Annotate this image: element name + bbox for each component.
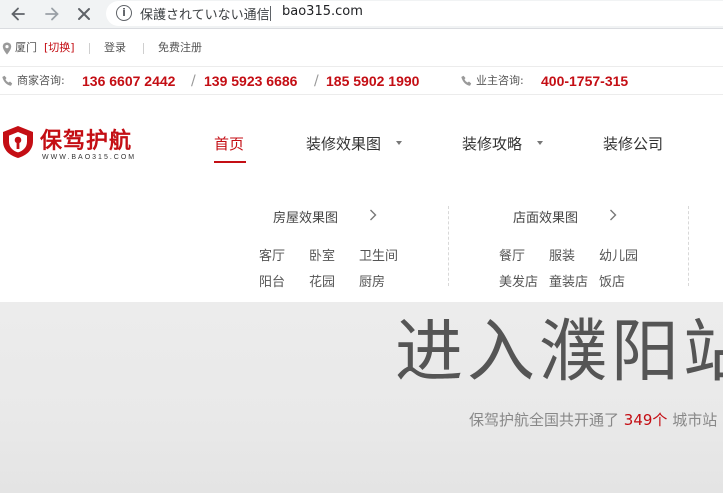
dropdown-divider — [688, 206, 689, 286]
dropdown-item[interactable]: 花园 — [309, 271, 335, 290]
close-icon[interactable] — [74, 4, 94, 24]
link-divider — [89, 43, 90, 54]
hero-title: 进入濮阳站 — [395, 313, 723, 392]
dropdown-group-title-home[interactable]: 房屋效果图 — [273, 207, 338, 226]
phone-icon — [2, 75, 13, 86]
dropdown-item[interactable]: 餐厅 — [499, 245, 525, 264]
forward-arrow-icon[interactable] — [42, 4, 62, 24]
omnibox-divider — [270, 6, 271, 21]
nav-decoration-company[interactable]: 装修公司 — [603, 133, 663, 154]
phone-bar: 商家咨询: 136 6607 2442 / 139 5923 6686 / 18… — [0, 66, 723, 95]
top-links-bar: 厦门 [切换] 登录 免费注册 — [0, 34, 723, 62]
nav-decoration-guide[interactable]: 装修攻略 — [462, 133, 522, 154]
back-arrow-icon[interactable] — [8, 4, 28, 24]
phone-separator: / — [191, 73, 196, 89]
current-city: 厦门 — [15, 41, 37, 54]
phone-separator: / — [314, 73, 319, 89]
hero-banner: 进入濮阳站 保驾护航全国共开通了 349个 城市站 — [0, 302, 723, 493]
dropdown-item[interactable]: 服装 — [549, 245, 575, 264]
dropdown-item[interactable]: 幼儿园 — [599, 245, 638, 264]
dropdown-item[interactable]: 童装店 — [549, 271, 588, 290]
merchant-hotline-label: 商家咨询: — [17, 74, 65, 87]
site-header: 保驾护航 WWW.BAO315.COM 首页 装修效果图 装修攻略 装修公司 — [0, 94, 723, 191]
shield-logo-icon[interactable] — [0, 124, 36, 160]
switch-city-link[interactable]: [切换] — [44, 34, 75, 62]
phone-icon — [461, 75, 472, 86]
hero-sub-prefix: 保驾护航全国共开通了 — [469, 411, 620, 429]
address-bar[interactable]: i 保護されていない通信 bao315.com — [106, 1, 723, 26]
nav-active-indicator — [214, 161, 246, 163]
dropdown-item[interactable]: 厨房 — [359, 271, 385, 290]
merchant-phone-2[interactable]: 139 5923 6686 — [204, 67, 297, 95]
dropdown-group-title-store[interactable]: 店面效果图 — [513, 207, 578, 226]
dropdown-item[interactable]: 美发店 — [499, 271, 538, 290]
nav-home[interactable]: 首页 — [214, 133, 244, 154]
gallery-dropdown: 房屋效果图 客厅 卧室 卫生间 阳台 花园 厨房 店面效果图 餐厅 服装 幼儿园… — [0, 190, 723, 302]
dropdown-item[interactable]: 饭店 — [599, 271, 625, 290]
caret-down-icon — [537, 141, 543, 145]
merchant-phone-1[interactable]: 136 6607 2442 — [82, 67, 175, 95]
hero-sub-suffix: 城市站 — [672, 411, 718, 429]
dropdown-item[interactable]: 客厅 — [259, 245, 285, 264]
merchant-phone-3[interactable]: 185 5902 1990 — [326, 67, 419, 95]
dropdown-item[interactable]: 卧室 — [309, 245, 335, 264]
location-pin-icon — [2, 42, 12, 55]
logo-subtitle: WWW.BAO315.COM — [42, 154, 137, 161]
chevron-right-icon — [370, 209, 377, 221]
register-link[interactable]: 免费注册 — [158, 34, 202, 62]
url-text[interactable]: bao315.com — [282, 4, 363, 19]
owner-hotline-label: 业主咨询: — [476, 74, 524, 87]
nav-design-gallery[interactable]: 装修效果图 — [306, 133, 381, 154]
dropdown-item[interactable]: 卫生间 — [359, 245, 398, 264]
link-divider — [143, 43, 144, 54]
dropdown-divider — [448, 206, 449, 286]
dropdown-item[interactable]: 阳台 — [259, 271, 285, 290]
login-link[interactable]: 登录 — [104, 34, 126, 62]
hero-subtitle: 保驾护航全国共开通了 349个 城市站 — [469, 409, 717, 430]
city-count: 349个 — [623, 411, 668, 429]
chevron-right-icon — [610, 209, 617, 221]
owner-phone[interactable]: 400-1757-315 — [541, 67, 628, 95]
caret-down-icon — [396, 141, 402, 145]
security-status[interactable]: 保護されていない通信 — [140, 4, 270, 23]
info-icon[interactable]: i — [116, 5, 132, 21]
logo-text[interactable]: 保驾护航 — [40, 123, 132, 155]
browser-toolbar: i 保護されていない通信 bao315.com — [0, 0, 723, 29]
